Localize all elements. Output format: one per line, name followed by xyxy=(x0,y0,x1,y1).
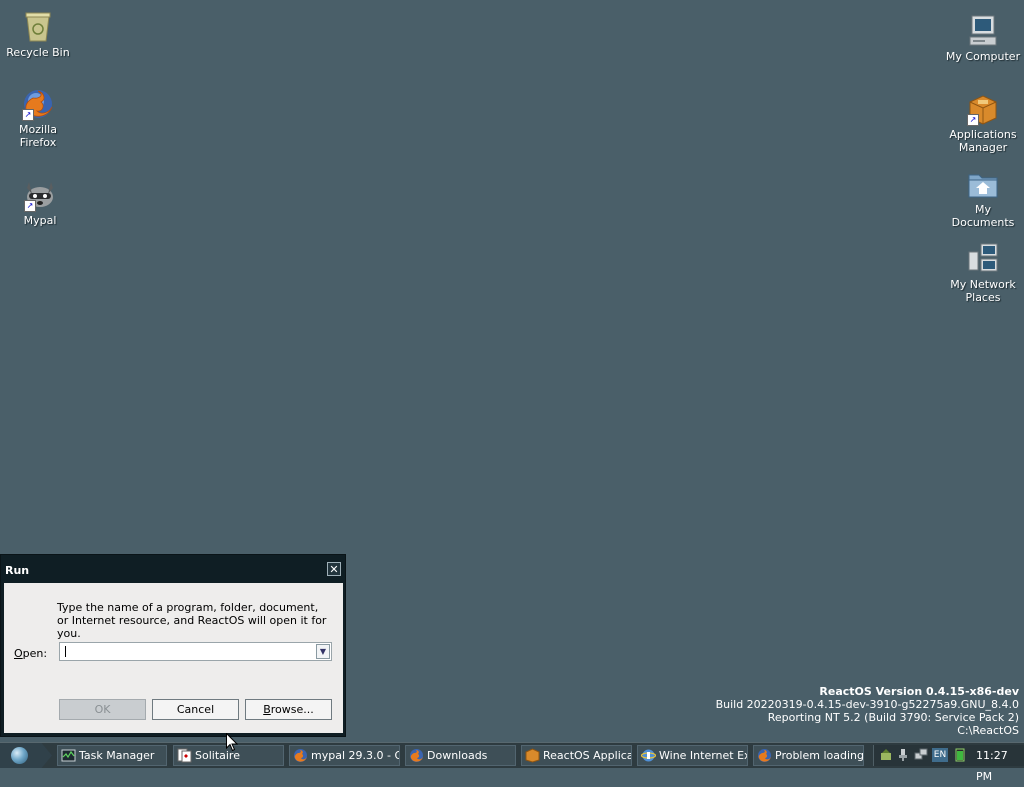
open-combobox[interactable]: ▼ xyxy=(59,642,332,661)
task-label: ReactOS Applicati... xyxy=(543,749,631,762)
run-dialog-body: Type the name of a program, folder, docu… xyxy=(4,583,343,733)
version-info: ReactOS Version 0.4.15-x86-dev Build 202… xyxy=(716,685,1019,737)
network-plug-icon[interactable] xyxy=(896,748,910,762)
system-path-line: C:\ReactOS xyxy=(957,724,1019,737)
desktop-icon-my-computer[interactable]: My Computer xyxy=(945,14,1021,63)
taskbar: Task Manager Solitaire mypal 29.3.0 - Go… xyxy=(0,742,1024,783)
close-icon: ✕ xyxy=(329,563,339,576)
system-tray: EN 11:27 PM xyxy=(873,745,1024,783)
desktop-icon-label: My Network Places xyxy=(950,278,1016,304)
firefox-icon xyxy=(410,749,423,762)
desktop-icon-mypal[interactable]: ↗ Mypal xyxy=(2,178,78,227)
task-label: Wine Internet Ex... xyxy=(659,749,747,762)
firefox-icon xyxy=(294,749,307,762)
desktop-icon-my-documents[interactable]: My Documents xyxy=(945,167,1021,229)
task-label: Problem loading p... xyxy=(775,749,864,762)
battery-icon[interactable] xyxy=(953,748,967,762)
reporting-line: Reporting NT 5.2 (Build 3790: Service Pa… xyxy=(767,711,1019,724)
ok-button[interactable]: OK xyxy=(59,699,146,720)
task-button-task-manager[interactable]: Task Manager xyxy=(57,745,167,766)
run-dialog-titlebar[interactable]: Run ✕ xyxy=(1,555,345,581)
safely-remove-hardware-icon[interactable] xyxy=(879,748,893,762)
task-button-wine-internet-explorer[interactable]: Wine Internet Ex... xyxy=(637,745,748,766)
network-places-icon xyxy=(966,242,1000,276)
cancel-button[interactable]: Cancel xyxy=(152,699,239,720)
network-connection-icon[interactable] xyxy=(914,748,928,762)
desktop-icon-label: My Documents xyxy=(951,203,1015,229)
task-label: mypal 29.3.0 - Go... xyxy=(311,749,399,762)
start-button[interactable] xyxy=(0,743,52,768)
shortcut-arrow-icon: ↗ xyxy=(24,200,36,212)
task-button-downloads[interactable]: Downloads xyxy=(405,745,516,766)
recycle-bin-icon xyxy=(21,10,55,44)
task-button-mypal[interactable]: mypal 29.3.0 - Go... xyxy=(289,745,400,766)
desktop-icon-recycle-bin[interactable]: Recycle Bin xyxy=(0,10,76,59)
task-button-reactos-applications[interactable]: ReactOS Applicati... xyxy=(521,745,632,766)
firefox-icon xyxy=(758,749,771,762)
task-button-problem-loading[interactable]: Problem loading p... xyxy=(753,745,864,766)
my-documents-icon xyxy=(966,167,1000,201)
applications-manager-icon xyxy=(525,748,540,763)
reactos-logo-icon xyxy=(11,747,28,764)
desktop-icon-network-places[interactable]: My Network Places xyxy=(945,242,1021,304)
clock[interactable]: 11:27 PM xyxy=(976,745,1024,787)
browse-button[interactable]: Browse... xyxy=(245,699,332,720)
run-dialog: Run ✕ Type the name of a program, folder… xyxy=(0,554,346,737)
desktop-icon-applications-manager[interactable]: ↗ Applications Manager xyxy=(945,92,1021,154)
task-label: Downloads xyxy=(427,749,488,762)
applications-manager-icon: ↗ xyxy=(966,92,1000,126)
text-caret xyxy=(65,646,66,657)
open-label-text: pen: xyxy=(22,647,48,660)
task-label: Task Manager xyxy=(79,749,155,762)
language-indicator[interactable]: EN xyxy=(932,748,948,762)
desktop-icon-label: Mypal xyxy=(23,214,57,227)
desktop-icon-label: Recycle Bin xyxy=(6,46,70,59)
desktop-icon-label: Mozilla Firefox xyxy=(19,123,57,149)
desktop-icon-label: Applications Manager xyxy=(949,128,1017,154)
run-description: Type the name of a program, folder, docu… xyxy=(57,601,327,640)
solitaire-icon xyxy=(177,748,192,763)
mypal-icon: ↗ xyxy=(23,178,57,212)
internet-explorer-icon xyxy=(641,749,656,762)
open-input[interactable] xyxy=(60,643,314,660)
open-label: Open: xyxy=(14,647,48,660)
shortcut-arrow-icon: ↗ xyxy=(967,114,979,126)
open-dropdown-button[interactable]: ▼ xyxy=(316,644,330,659)
task-manager-icon xyxy=(61,749,76,762)
shortcut-arrow-icon: ↗ xyxy=(22,109,34,121)
mouse-pointer-icon xyxy=(226,733,238,752)
close-button[interactable]: ✕ xyxy=(327,562,341,576)
chevron-down-icon: ▼ xyxy=(319,647,327,656)
desktop-icon-label: My Computer xyxy=(945,50,1021,63)
version-line: ReactOS Version 0.4.15-x86-dev xyxy=(819,685,1019,698)
firefox-icon: ↗ xyxy=(21,87,55,121)
run-dialog-title: Run xyxy=(5,564,30,577)
my-computer-icon xyxy=(966,14,1000,48)
build-line: Build 20220319-0.4.15-dev-3910-g52275a9.… xyxy=(715,698,1019,711)
desktop-icon-firefox[interactable]: ↗ Mozilla Firefox xyxy=(0,87,76,149)
